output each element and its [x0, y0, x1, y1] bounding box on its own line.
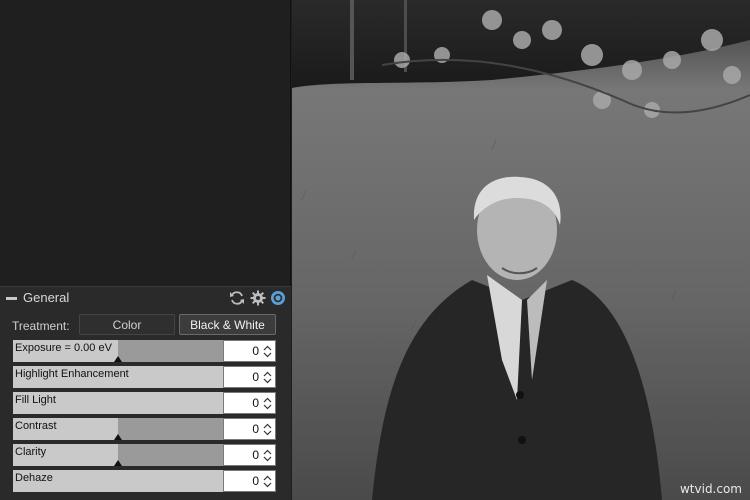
panel-title: General [23, 290, 70, 305]
gear-icon[interactable] [250, 290, 266, 306]
slider-track[interactable]: Highlight Enhancement [13, 366, 223, 388]
slider-label: Clarity [15, 446, 47, 458]
value-text: 0 [252, 344, 259, 358]
photo-preview: wtvid.com [292, 0, 750, 500]
left-panel: General Treatment: Color Black & White E… [0, 0, 291, 500]
value-text: 0 [252, 474, 259, 488]
slider-center-marker [114, 356, 122, 362]
slider-label: Fill Light [15, 394, 56, 406]
treatment-black-white-button[interactable]: Black & White [179, 314, 276, 335]
toggle-icon[interactable] [270, 290, 286, 306]
slider-track[interactable]: Exposure = 0.00 eV [13, 340, 223, 362]
value-input[interactable]: 0 [223, 392, 276, 414]
reset-icon[interactable] [229, 290, 245, 306]
value-text: 0 [252, 396, 259, 410]
treatment-label: Treatment: [12, 319, 70, 333]
slider-row: Highlight Enhancement 0 [13, 366, 276, 388]
value-input[interactable]: 0 [223, 470, 276, 492]
value-text: 0 [252, 422, 259, 436]
slider-track[interactable]: Dehaze [13, 470, 223, 492]
spinner-icon[interactable] [263, 448, 272, 463]
collapse-icon[interactable] [6, 297, 17, 300]
spinner-icon[interactable] [263, 344, 272, 359]
app-window: General Treatment: Color Black & White E… [0, 0, 750, 500]
treatment-color-button[interactable]: Color [79, 314, 175, 335]
spinner-icon[interactable] [263, 370, 272, 385]
value-text: 0 [252, 448, 259, 462]
slider-label: Contrast [15, 420, 57, 432]
panel-header: General [0, 287, 291, 311]
slider-row: Exposure = 0.00 eV 0 [13, 340, 276, 362]
slider-center-marker [114, 460, 122, 466]
spinner-icon[interactable] [263, 474, 272, 489]
slider-row: Fill Light 0 [13, 392, 276, 414]
value-text: 0 [252, 370, 259, 384]
slider-row: Contrast 0 [13, 418, 276, 440]
slider-track[interactable]: Contrast [13, 418, 223, 440]
slider-label: Highlight Enhancement [15, 368, 129, 380]
slider-label: Dehaze [15, 472, 53, 484]
slider-row: Dehaze 0 [13, 470, 276, 492]
spinner-icon[interactable] [263, 422, 272, 437]
value-input[interactable]: 0 [223, 340, 276, 362]
general-panel: General Treatment: Color Black & White E… [0, 286, 291, 500]
slider-track[interactable]: Fill Light [13, 392, 223, 414]
spinner-icon[interactable] [263, 396, 272, 411]
slider-center-marker [114, 434, 122, 440]
watermark-text: wtvid.com [679, 482, 742, 496]
photo-image [292, 0, 750, 500]
value-input[interactable]: 0 [223, 366, 276, 388]
value-input[interactable]: 0 [223, 418, 276, 440]
slider-label: Exposure = 0.00 eV [15, 342, 112, 354]
slider-track[interactable]: Clarity [13, 444, 223, 466]
slider-row: Clarity 0 [13, 444, 276, 466]
value-input[interactable]: 0 [223, 444, 276, 466]
